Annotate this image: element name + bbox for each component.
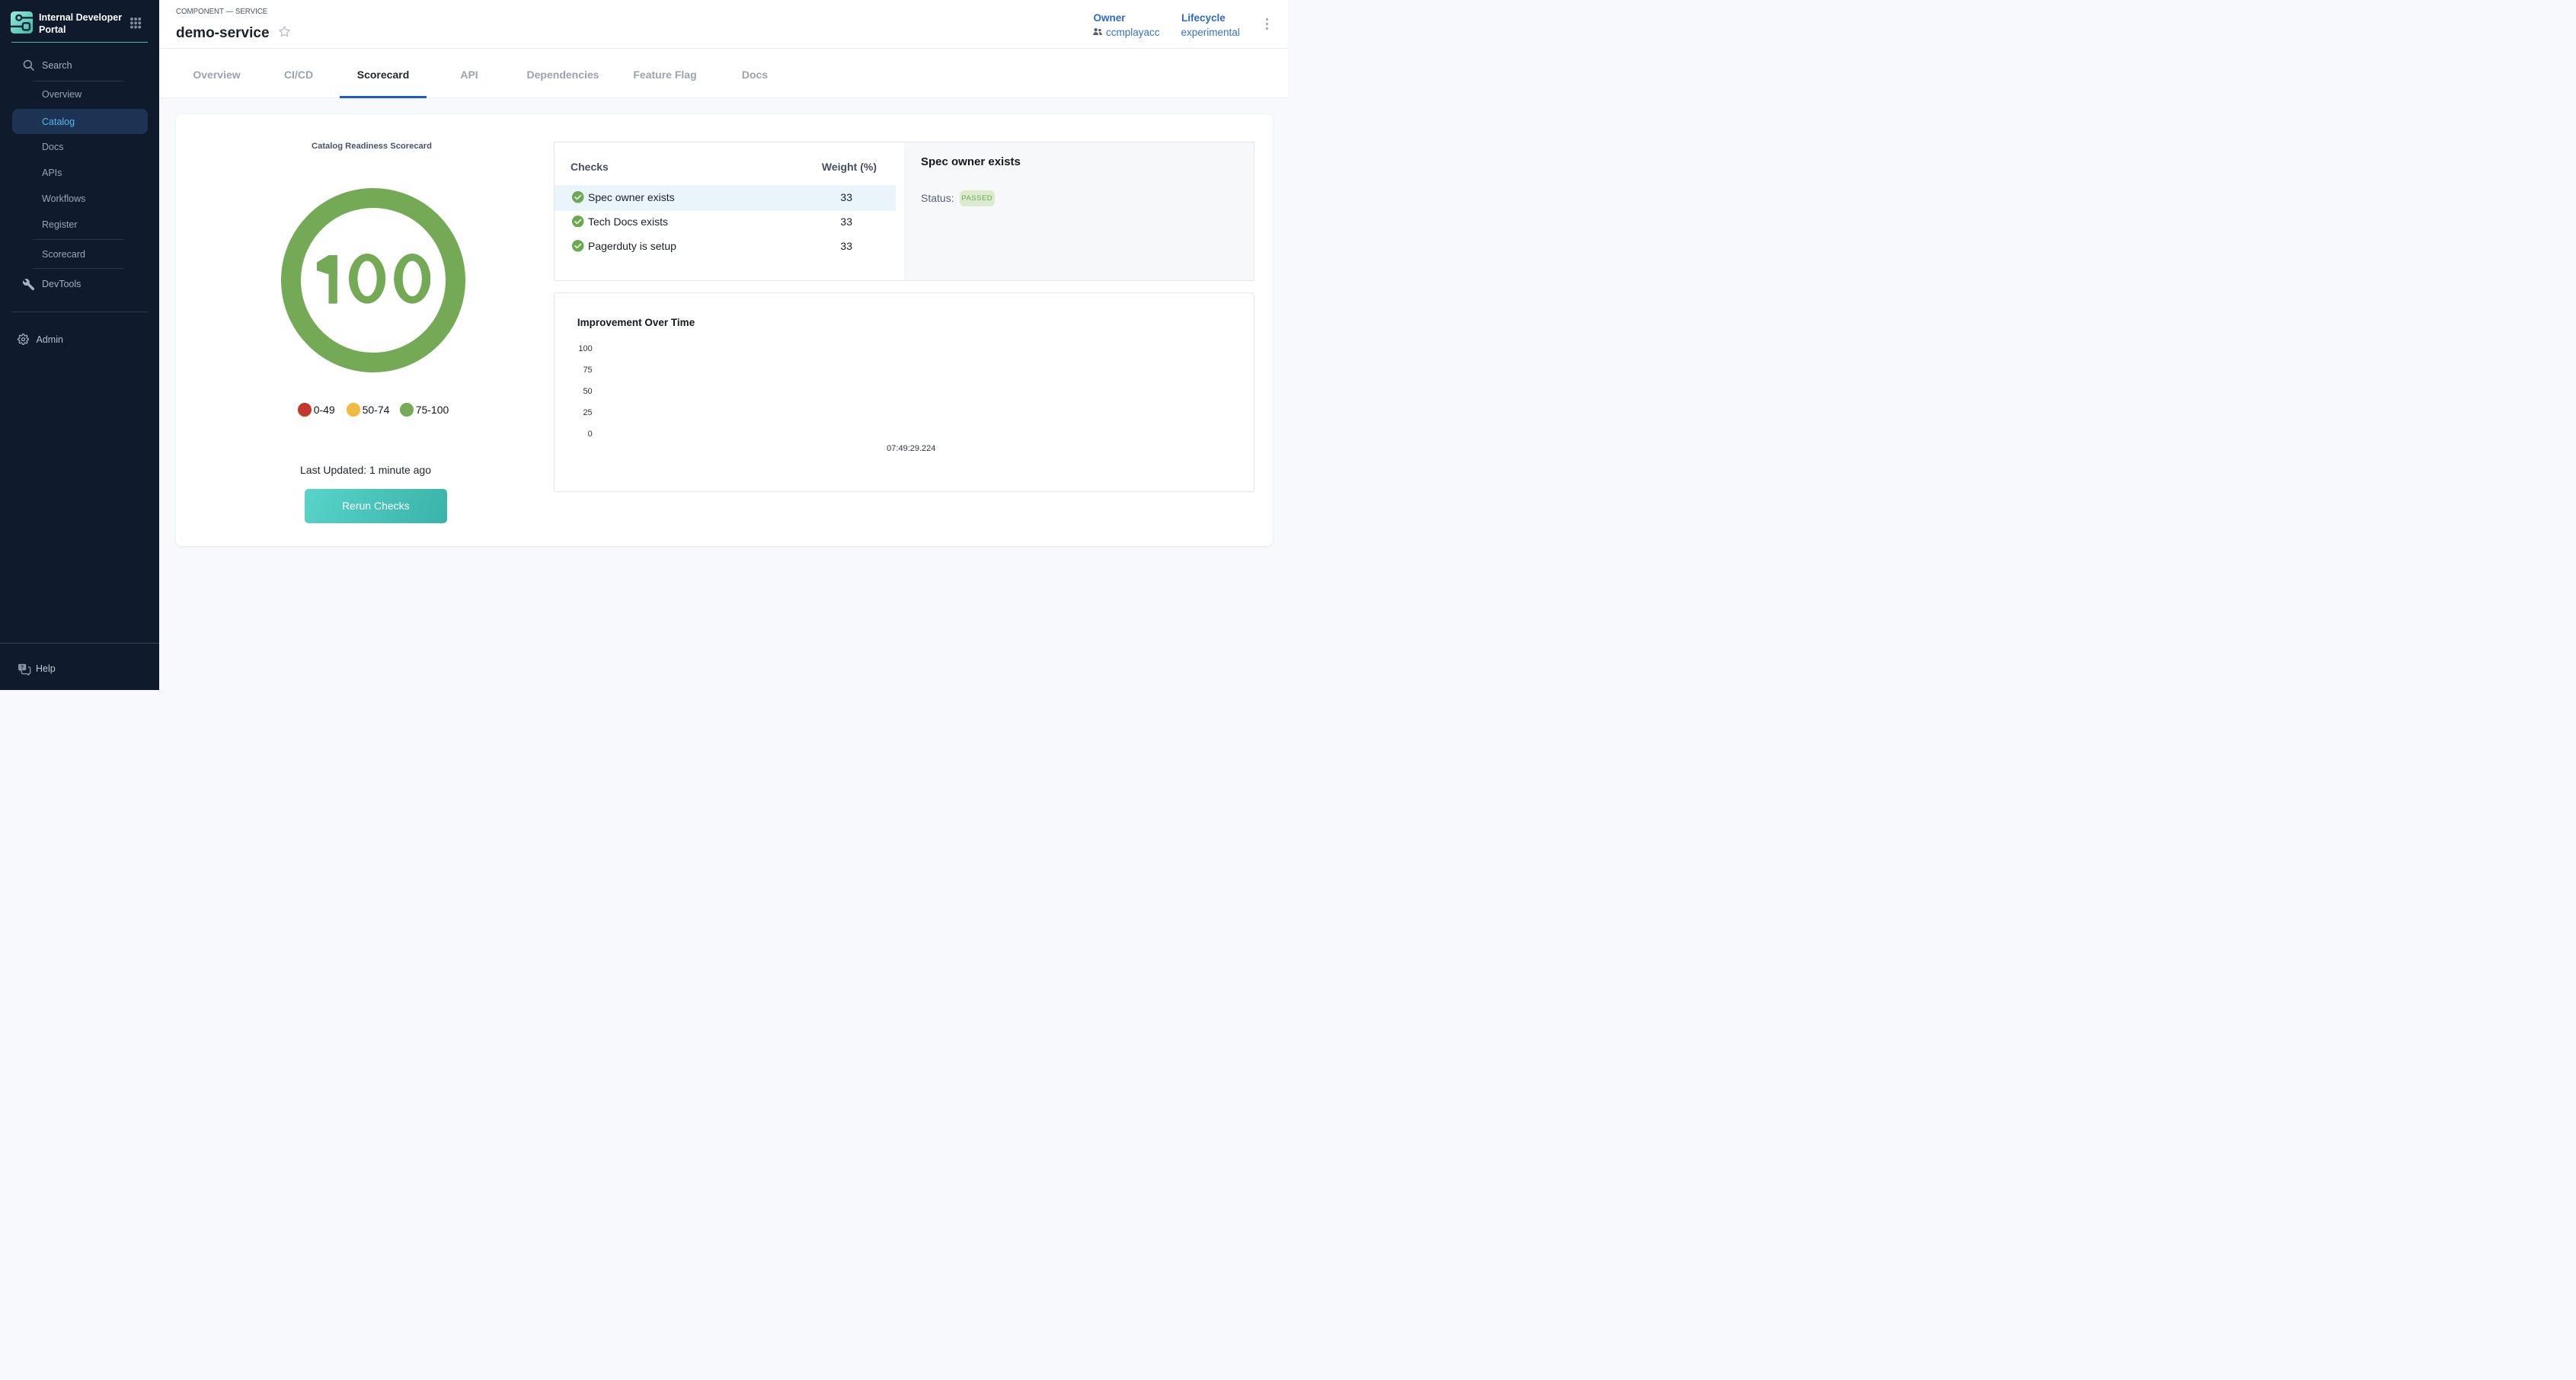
svg-text:?: ?: [21, 664, 24, 670]
